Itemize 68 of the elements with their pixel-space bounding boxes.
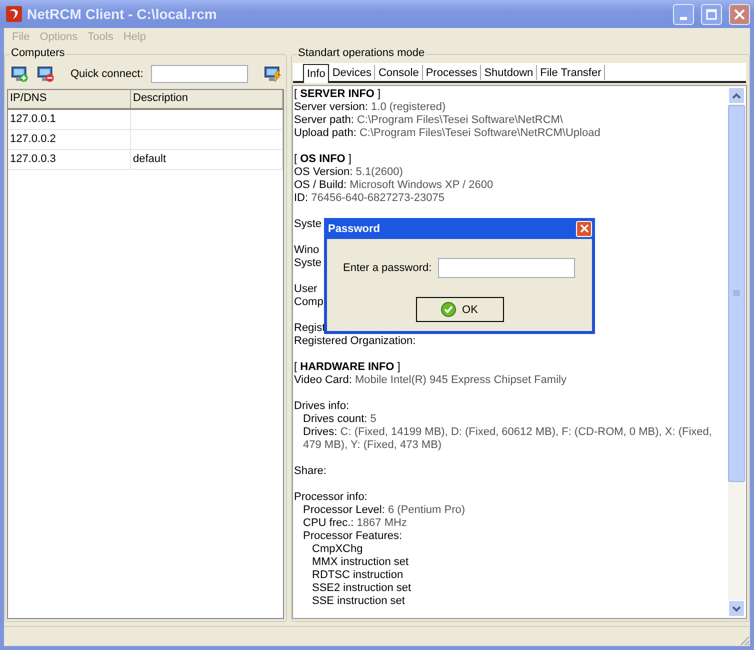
table-cell: 127.0.0.1 — [8, 110, 131, 129]
info-label: Wino — [294, 244, 320, 256]
info-label: Processor info: — [294, 491, 368, 503]
info-label: Registered Organization: — [294, 335, 416, 347]
minimize-icon — [680, 16, 687, 20]
check-icon — [441, 302, 456, 317]
close-icon — [580, 224, 588, 233]
section-heading: [ SERVER INFO ] — [294, 88, 382, 101]
scrollbar[interactable] — [728, 87, 745, 617]
quick-connect-label: Quick connect: — [70, 68, 144, 80]
info-label: MMX instruction set — [312, 556, 409, 568]
group-title: Computers — [10, 47, 66, 59]
remove-computer-icon[interactable] — [36, 66, 54, 82]
info-label: Syste — [294, 257, 322, 269]
info-line: Processor Level: 6 (Pentium Pro) — [302, 504, 466, 517]
table-cell: 127.0.0.2 — [8, 130, 131, 149]
info-label: User — [294, 283, 318, 295]
tab[interactable]: Processes — [422, 65, 482, 80]
window-title: NetRCM Client - C:\local.rcm — [27, 6, 218, 22]
info-label: Regist — [294, 322, 326, 334]
column-header[interactable]: IP/DNS — [8, 90, 131, 108]
table-cell: 127.0.0.3 — [8, 150, 131, 169]
minimize-button[interactable] — [673, 4, 694, 24]
info-line: Server path: C:\Program Files\Tesei Software\NetRCM\ — [294, 114, 564, 127]
password-field[interactable] — [438, 258, 575, 278]
info-label: SSE instruction set — [312, 595, 405, 607]
info-line: Drives count: 5 — [302, 413, 378, 426]
info-line: OS Version: 5.1(2600) — [294, 166, 404, 179]
info-line: Drives: C: (Fixed, 14199 MB), D: (Fixed, 60612 MB), F: (CD-ROM, 0 MB), X: (Fixed, 479 MB), Y: (Fixed, 473 MB) — [302, 426, 713, 452]
ok-button[interactable]: OK — [416, 297, 504, 322]
info-label: CmpXChg — [312, 543, 363, 555]
resize-grip-icon[interactable] — [738, 634, 750, 646]
info-label: RDTSC instruction — [312, 569, 404, 581]
tab[interactable]: Info — [303, 64, 330, 83]
connect-icon[interactable] — [264, 66, 282, 82]
tab[interactable]: Console — [375, 65, 423, 80]
close-icon — [734, 8, 745, 20]
tab[interactable]: Devices — [329, 65, 376, 80]
info-label: Share: — [294, 465, 326, 477]
info-label: Processor Features: — [303, 530, 402, 542]
grip-icon[interactable] — [733, 290, 740, 297]
section-heading: [ HARDWARE INFO ] — [294, 361, 402, 374]
app-icon — [6, 6, 22, 22]
tab[interactable]: Shutdown — [481, 65, 538, 80]
section-heading: [ OS INFO ] — [294, 153, 352, 166]
group-title: Standart operations mode — [297, 47, 426, 59]
info-line: ID: 76456-640-6827273-23075 — [294, 192, 446, 205]
info-line: CPU frec.: 1867 MHz — [302, 517, 408, 530]
scroll-up-icon[interactable] — [732, 92, 741, 98]
info-line: Video Card: Mobile Intel(R) 945 Express Chipset Family — [294, 374, 568, 387]
info-label: Drives info: — [294, 400, 350, 412]
dialog-title: Password — [328, 222, 380, 234]
table-cell: default — [133, 153, 166, 165]
info-line: OS / Build: Microsoft Windows XP / 2600 — [294, 179, 494, 192]
maximize-icon — [706, 8, 717, 20]
tab[interactable]: File Transfer — [537, 65, 606, 80]
info-label: Comp — [294, 296, 324, 308]
quick-connect-field[interactable] — [151, 65, 248, 83]
column-header[interactable]: Description — [131, 90, 283, 108]
password-label: Enter a password: — [343, 262, 432, 274]
add-computer-icon[interactable] — [11, 66, 29, 82]
scroll-down-icon[interactable] — [732, 606, 741, 612]
info-line: Upload path: C:\Program Files\Tesei Software\NetRCM\Upload — [294, 127, 602, 140]
close-button[interactable] — [729, 4, 750, 24]
info-label: SSE2 instruction set — [312, 582, 412, 594]
maximize-button[interactable] — [701, 4, 722, 24]
info-label: Syste — [294, 218, 322, 230]
info-line: Server version: 1.0 (registered) — [294, 101, 447, 114]
